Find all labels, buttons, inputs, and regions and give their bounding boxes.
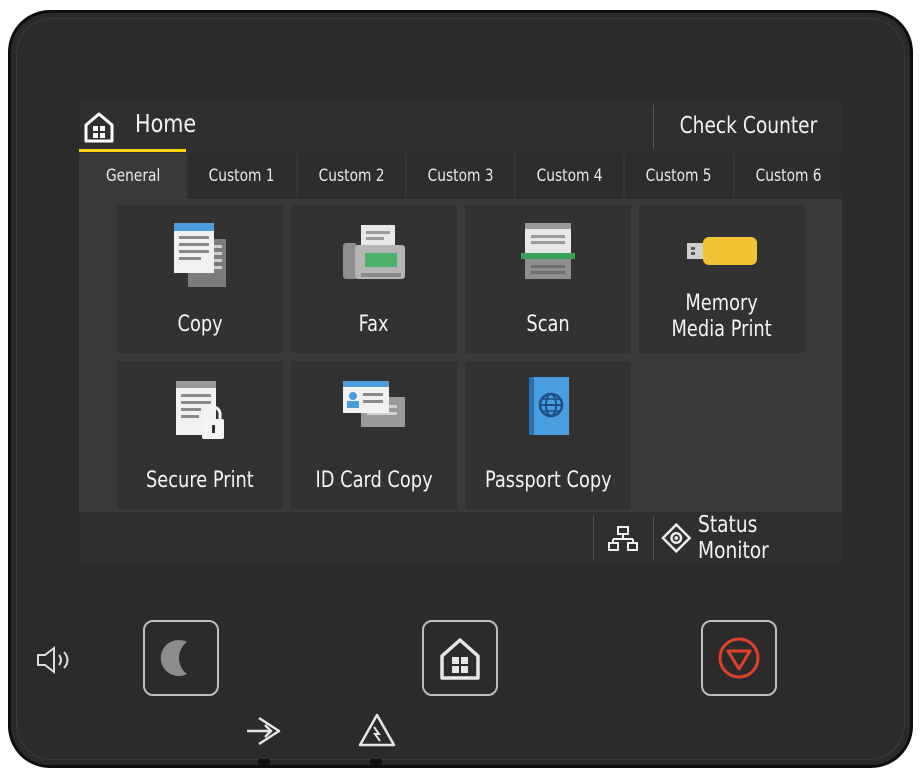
id-card-icon bbox=[343, 381, 405, 427]
bottom-bar: Status Monitor bbox=[79, 512, 842, 564]
tab-custom-2[interactable]: Custom 2 bbox=[297, 153, 405, 199]
fax-tile[interactable]: Fax bbox=[291, 205, 457, 353]
passport-copy-tile[interactable]: Passport Copy bbox=[465, 361, 631, 509]
home-title: Home bbox=[135, 109, 197, 138]
energy-saver-button[interactable] bbox=[143, 620, 219, 696]
home-icon bbox=[440, 638, 480, 680]
status-monitor-button[interactable]: Status Monitor bbox=[661, 512, 842, 564]
scan-icon bbox=[521, 223, 575, 279]
tab-general[interactable]: General bbox=[79, 149, 187, 199]
touch-screen: Home Check Counter General Custom 1 Cust… bbox=[79, 101, 842, 564]
footer-divider bbox=[653, 516, 654, 560]
stop-icon bbox=[718, 637, 760, 679]
tab-label: General bbox=[105, 166, 160, 186]
status-monitor-label: Status Monitor bbox=[697, 512, 769, 564]
tile-label: Secure Print bbox=[146, 468, 254, 493]
tile-label: Copy bbox=[177, 312, 223, 337]
check-counter-label: Check Counter bbox=[679, 113, 818, 139]
speaker-icon bbox=[37, 645, 69, 675]
top-bar: Home Check Counter bbox=[79, 101, 842, 153]
secure-print-tile[interactable]: Secure Print bbox=[117, 361, 283, 509]
tab-label: Custom 4 bbox=[536, 166, 603, 186]
header-divider bbox=[653, 105, 654, 149]
usb-memory-icon bbox=[687, 237, 757, 265]
copy-tile[interactable]: Copy bbox=[117, 205, 283, 353]
moon-icon bbox=[160, 640, 187, 676]
memory-media-print-tile[interactable]: Memory Media Print bbox=[639, 205, 805, 353]
tab-bar: General Custom 1 Custom 2 Custom 3 Custo… bbox=[79, 149, 842, 199]
tab-label: Custom 2 bbox=[318, 166, 385, 186]
id-card-copy-tile[interactable]: ID Card Copy bbox=[291, 361, 457, 509]
data-in-icon bbox=[247, 716, 281, 746]
tile-label: ID Card Copy bbox=[315, 468, 433, 493]
fax-icon bbox=[343, 225, 405, 279]
tab-label: Custom 3 bbox=[427, 166, 494, 186]
tile-label: Memory Media Print bbox=[671, 291, 773, 342]
tile-label: Passport Copy bbox=[484, 468, 612, 493]
passport-icon bbox=[529, 377, 569, 435]
data-led bbox=[258, 759, 270, 765]
error-led bbox=[370, 759, 382, 765]
tab-custom-5[interactable]: Custom 5 bbox=[625, 153, 733, 199]
tab-label: Custom 1 bbox=[208, 166, 275, 186]
scan-tile[interactable]: Scan bbox=[465, 205, 631, 353]
copy-icon bbox=[174, 223, 226, 287]
tile-label: Fax bbox=[359, 312, 389, 337]
footer-divider bbox=[593, 516, 594, 560]
tab-label: Custom 6 bbox=[755, 166, 822, 186]
tab-custom-6[interactable]: Custom 6 bbox=[734, 153, 842, 199]
status-monitor-icon bbox=[661, 522, 692, 554]
secure-print-icon bbox=[176, 381, 224, 439]
home-button[interactable] bbox=[422, 620, 498, 696]
stop-button[interactable] bbox=[701, 620, 777, 696]
network-icon[interactable] bbox=[608, 526, 638, 552]
error-warning-icon bbox=[358, 713, 396, 747]
home-icon[interactable] bbox=[82, 110, 116, 144]
tab-custom-3[interactable]: Custom 3 bbox=[406, 153, 515, 199]
tab-label: Custom 5 bbox=[646, 166, 712, 186]
tile-label: Scan bbox=[526, 312, 570, 337]
tab-custom-4[interactable]: Custom 4 bbox=[516, 153, 624, 199]
check-counter-button[interactable]: Check Counter bbox=[655, 101, 842, 151]
tab-custom-1[interactable]: Custom 1 bbox=[188, 153, 296, 199]
